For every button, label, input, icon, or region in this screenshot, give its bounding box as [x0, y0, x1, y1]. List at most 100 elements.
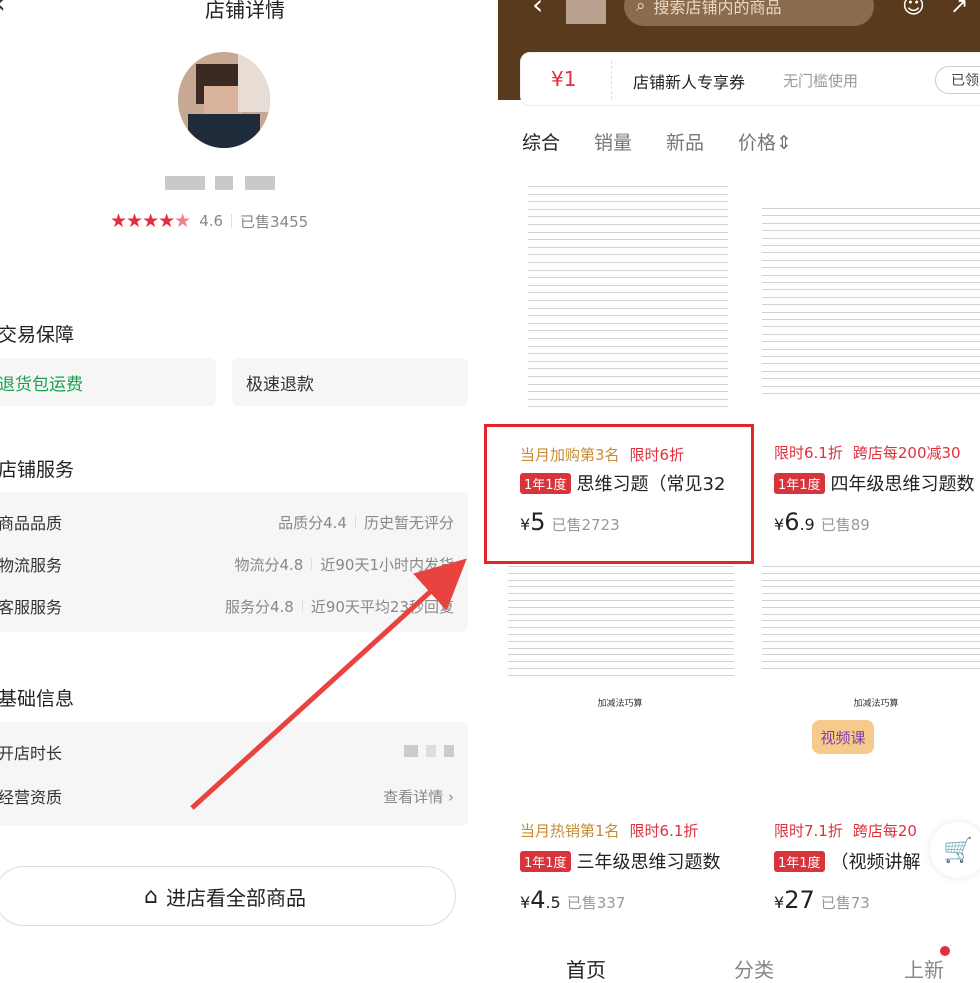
- trade-guarantee-title: 交易保障: [0, 324, 75, 346]
- doc-line: [762, 378, 980, 380]
- new-customer-coupon[interactable]: ¥1 店铺新人专享券 无门槛使用 已领: [520, 52, 980, 106]
- doc-line: [762, 237, 980, 239]
- coupon-claimed-button[interactable]: 已领: [935, 66, 980, 94]
- doc-line: [528, 353, 728, 355]
- shop-logo: [566, 0, 606, 24]
- doc-line: [762, 304, 980, 306]
- doc-line: [762, 311, 980, 313]
- doc-line: [762, 586, 980, 588]
- doc-line: [528, 193, 728, 195]
- doc-line: [762, 634, 980, 635]
- video-course-tag: 视频课: [812, 720, 874, 754]
- doc-line: [528, 330, 728, 332]
- doc-line: [762, 661, 980, 663]
- sold-count: 已售3455: [240, 212, 309, 231]
- doc-line: [528, 315, 728, 317]
- nav-home[interactable]: 首页: [566, 954, 606, 983]
- doc-line: [508, 606, 734, 608]
- doc-line: [762, 215, 980, 217]
- enter-shop-button[interactable]: ⌂ 进店看全部商品: [0, 866, 456, 926]
- service-row: 客服服务 服务分4.8 近90天平均23秒回复: [0, 597, 454, 618]
- doc-line: [762, 600, 980, 601]
- star-rating-icon: ★★★★: [110, 210, 175, 232]
- doc-line: [528, 239, 728, 241]
- doc-line: [528, 269, 728, 271]
- doc-line: [508, 661, 734, 663]
- doc-line: [528, 277, 728, 279]
- product-price: ¥4.5 已售337: [520, 886, 626, 914]
- doc-line: [508, 579, 734, 581]
- product-card[interactable]: 限时6.1折 跨店每200减30 1年1度 四年级思维习题数 ¥6.9 已售89: [754, 182, 980, 560]
- doc-line: [762, 282, 980, 283]
- bottom-nav: 首页 分类 上新: [498, 940, 980, 983]
- doc-title: 加减法巧算: [597, 699, 643, 709]
- doc-line: [528, 345, 728, 347]
- product-image: 加减法巧算: [498, 562, 742, 798]
- doc-line: [508, 634, 734, 635]
- doc-line: [762, 613, 980, 615]
- doc-line: [528, 208, 728, 210]
- share-icon[interactable]: ↗: [950, 0, 968, 19]
- shop-search-input[interactable]: ⌕ 搜索店铺内的商品: [624, 0, 874, 26]
- product-card[interactable]: 加减法巧算 当月热销第1名 限时6.1折 1年1度 三年级思维习题数 ¥4.5 已售3…: [498, 562, 742, 934]
- doc-line: [528, 186, 728, 187]
- doc-line: [528, 216, 728, 218]
- doc-line: [762, 579, 980, 581]
- customer-service-icon[interactable]: ☺: [902, 0, 925, 19]
- doc-line: [762, 296, 980, 298]
- doc-line: [528, 300, 728, 301]
- doc-line: [508, 593, 734, 595]
- product-title: 1年1度 四年级思维习题数: [774, 470, 975, 496]
- doc-line: [528, 398, 728, 400]
- sort-tabs: 综合 销量 新品 价格⇕: [522, 128, 826, 155]
- tab-price[interactable]: 价格⇕: [738, 128, 792, 155]
- doc-line: [762, 326, 980, 328]
- product-title: 1年1度 三年级思维习题数: [520, 848, 721, 874]
- doc-line: [762, 274, 980, 276]
- view-details-link[interactable]: 查看详情 ›: [383, 786, 454, 807]
- doc-line: [762, 230, 980, 232]
- tab-new[interactable]: 新品: [666, 128, 704, 155]
- back-icon[interactable]: ‹: [532, 0, 543, 21]
- info-row-qualification[interactable]: 经营资质 查看详情 ›: [0, 776, 468, 816]
- search-icon: ⌕: [636, 0, 646, 16]
- cart-icon[interactable]: 🛒: [930, 822, 980, 878]
- doc-line: [762, 370, 980, 372]
- doc-line: [528, 292, 728, 294]
- nav-new[interactable]: 上新: [904, 954, 944, 983]
- doc-line: [762, 668, 980, 669]
- doc-line: [508, 674, 734, 676]
- doc-line: [762, 620, 980, 622]
- shop-service-title: 店铺服务: [0, 459, 75, 481]
- doc-line: [762, 341, 980, 343]
- doc-line: [762, 627, 980, 629]
- doc-line: [762, 252, 980, 254]
- doc-line: [762, 245, 980, 246]
- service-row: 物流服务 物流分4.8 近90天1小时内发货: [0, 555, 454, 576]
- coupon-amount: ¥1: [551, 67, 577, 91]
- service-list: 商品品质 品质分4.4 历史暂无评分 物流服务 物流分4.8 近90天1小时内发货 …: [0, 492, 468, 632]
- tab-overall[interactable]: 综合: [522, 128, 560, 155]
- fast-refund: 极速退款: [232, 358, 468, 406]
- shop-rating: ★★★★ ★ 4.6 已售3455: [110, 208, 308, 234]
- free-return-shipping: 退货包运费: [0, 358, 216, 406]
- doc-line: [762, 647, 980, 649]
- doc-line: [762, 654, 980, 656]
- doc-line: [508, 566, 734, 567]
- doc-title: 加减法巧算: [853, 699, 899, 709]
- tab-sales[interactable]: 销量: [594, 128, 632, 155]
- doc-line: [762, 259, 980, 261]
- nav-category[interactable]: 分类: [734, 954, 774, 983]
- doc-line: [528, 224, 728, 225]
- doc-line: [508, 668, 734, 669]
- doc-line: [528, 307, 728, 309]
- doc-line: [508, 654, 734, 656]
- doc-line: [528, 231, 728, 233]
- doc-line: [528, 262, 728, 263]
- rating-score: 4.6: [199, 212, 224, 230]
- shop-avatar: [178, 52, 270, 148]
- coupon-note: 无门槛使用: [783, 72, 859, 90]
- product-image: [754, 182, 980, 420]
- shop-detail-panel: ‹ 店铺详情 ★★★★ ★ 4.6 已售3455 交易保障 退货包运费 极速退款…: [0, 0, 490, 980]
- doc-line: [528, 201, 728, 203]
